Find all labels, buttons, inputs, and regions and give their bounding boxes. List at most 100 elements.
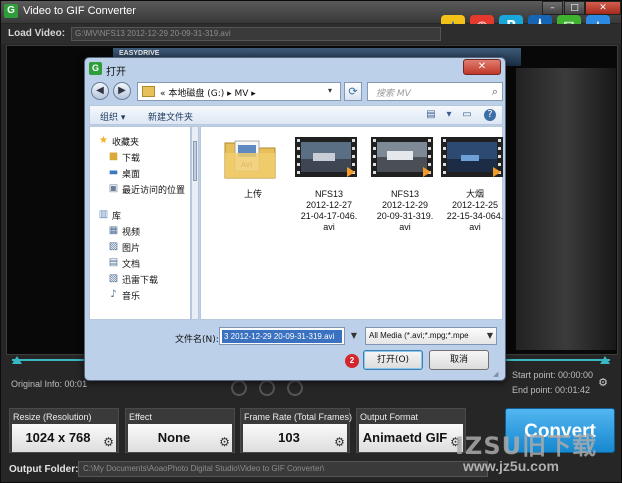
gear-icon[interactable]: ⚙ [218, 436, 231, 449]
video-overlay-text: EASYDRIVE [119, 50, 160, 57]
nav-favorites-header[interactable]: ★ 收藏夹 [90, 133, 190, 149]
help-icon[interactable]: ? [484, 109, 496, 121]
new-folder-button[interactable]: 新建文件夹 [148, 110, 193, 123]
original-info: Original Info: 00:01 [11, 379, 87, 389]
file-name: 大烟 2012-12-25 22-15-34-064. avi [446, 189, 504, 232]
original-info-label: Original Info: [11, 379, 63, 389]
resize-grip-icon[interactable]: ◢ [493, 370, 502, 379]
effect-label: Effect [129, 412, 152, 422]
preview-pane-icon[interactable]: ▭ [460, 109, 474, 121]
search-placeholder: 搜索 MV [376, 89, 411, 99]
nav-item-recent[interactable]: ▣ 最近访问的位置 [90, 181, 190, 197]
output-format-label: Output Format [360, 412, 419, 422]
load-video-row: Load Video: G:\MV\NFS13 2012-12-29 20-09… [1, 24, 621, 44]
back-button[interactable]: ◀ [91, 82, 109, 100]
address-path[interactable]: « 本地磁盘 (G:) ▸ MV ▸ [160, 86, 256, 99]
dialog-close-button[interactable]: ✕ [463, 59, 501, 75]
filename-label: 文件名(N): [175, 335, 219, 345]
file-item-nfs13-1229[interactable]: NFS13 2012-12-29 20-09-31-319. avi [367, 133, 439, 253]
nav-item-downloads[interactable]: ■ 下载 [90, 149, 190, 165]
picture-library-icon: ▨ [108, 241, 119, 252]
navigation-pane: ★ 收藏夹 ■ 下载 ▬ 桌面 ▣ 最近访问的位置 ▥ 库 ▦ 视频 ▨ 图片 … [89, 126, 191, 320]
next-frame-button[interactable] [287, 380, 303, 396]
folder-icon: AVI [224, 140, 276, 179]
nav-item-music[interactable]: ♪ 音乐 [90, 287, 190, 303]
frame-rate-option: Frame Rate (Total Frames) 103 ⚙ [240, 408, 352, 453]
site-watermark: IZSU旧下载 www.jz5u.com [455, 426, 619, 482]
filename-value[interactable]: 3 2012-12-29 20-09-31-319.avi [222, 330, 342, 343]
resize-option: Resize (Resolution) 1024 x 768 ⚙ [9, 408, 119, 453]
chevron-down-icon: ▼ [486, 331, 493, 340]
video-thumbnail-icon [371, 137, 433, 177]
search-field[interactable]: 搜索 MV ⌕ [367, 82, 503, 101]
cancel-button[interactable]: 取消 [429, 350, 489, 370]
file-item-nfs13-1227[interactable]: NFS13 2012-12-27 21-04-17-046. avi [291, 133, 363, 253]
watermark-url: www.jz5u.com [463, 458, 559, 474]
resize-label: Resize (Resolution) [13, 412, 92, 422]
file-type-select[interactable]: All Media (*.avi;*.mpg;*.mpe ▼ [365, 327, 497, 345]
nav-item-videos[interactable]: ▦ 视频 [90, 223, 190, 239]
app-logo-icon: G [4, 4, 18, 18]
nav-scrollbar[interactable] [191, 126, 199, 320]
recent-places-icon: ▣ [108, 183, 119, 194]
video-frame-side [516, 68, 616, 350]
dialog-title: 打开 [106, 67, 126, 78]
forward-button[interactable]: ▶ [113, 82, 131, 100]
step-badge: 2 [345, 354, 359, 368]
star-icon: ★ [99, 135, 108, 146]
chevron-down-icon[interactable]: ▼ [348, 327, 360, 345]
address-bar[interactable]: « 本地磁盘 (G:) ▸ MV ▸ ▾ [137, 82, 341, 101]
view-options-icon[interactable]: ▤ [424, 109, 438, 121]
filename-input[interactable]: 3 2012-12-29 20-09-31-319.avi [219, 327, 345, 345]
close-button[interactable]: ✕ [585, 1, 621, 15]
effect-option: Effect None ⚙ [125, 408, 235, 453]
play-button[interactable] [259, 380, 275, 396]
music-library-icon: ♪ [110, 289, 117, 300]
dialog-titlebar[interactable]: G 打开 ✕ [85, 58, 505, 80]
file-name: NFS13 2012-12-29 20-09-31-319. avi [376, 189, 434, 232]
minimize-button[interactable]: – [542, 1, 563, 15]
folder-item-upload[interactable]: AVI 上传 [215, 133, 287, 253]
watermark-text: IZSU旧下载 [455, 432, 598, 460]
maximize-button[interactable]: □ [564, 1, 585, 15]
desktop-icon: ▬ [108, 167, 119, 178]
refresh-button[interactable]: ⟳ [344, 82, 362, 101]
file-type-value: All Media (*.avi;*.mpg;*.mpe [369, 331, 469, 340]
dialog-app-icon: G [89, 62, 102, 75]
end-handle[interactable] [600, 356, 610, 364]
start-point-readout: Start point: 00:00:00 [512, 370, 594, 380]
output-folder-label: Output Folder: [9, 464, 79, 475]
output-format-value[interactable]: Animaetd GIF [359, 424, 463, 452]
nav-item-thunder-downloads[interactable]: ▧ 迅雷下载 [90, 271, 190, 287]
folder-icon [142, 86, 155, 97]
app-title: Video to GIF Converter [23, 5, 136, 17]
view-dropdown-icon[interactable]: ▾ [442, 109, 456, 121]
load-video-path-field[interactable]: G:\MV\NFS13 2012-12-29 20-09-31-319.avi [71, 27, 441, 41]
effect-value[interactable]: None [128, 424, 232, 452]
command-bar: 组织 ▾ 新建文件夹 ▤ ▾ ▭ ? [89, 105, 503, 125]
output-folder-path-field[interactable]: C:\My Documents\AoaoPhoto Digital Studio… [78, 461, 488, 477]
nav-library-header[interactable]: ▥ 库 [90, 207, 190, 223]
nav-item-desktop[interactable]: ▬ 桌面 [90, 165, 190, 181]
chevron-down-icon[interactable]: ▾ [328, 86, 332, 95]
organize-button[interactable]: 组织 ▾ [100, 110, 125, 123]
video-thumbnail-icon [295, 137, 357, 177]
prev-frame-button[interactable] [231, 380, 247, 396]
library-icon: ▥ [98, 209, 109, 220]
nav-scrollbar-thumb[interactable] [193, 141, 197, 181]
nav-item-documents[interactable]: ▤ 文档 [90, 255, 190, 271]
gear-icon[interactable]: ⚙ [597, 377, 609, 389]
file-item-dayan-1225[interactable]: 大烟 2012-12-25 22-15-34-064. avi [437, 133, 509, 253]
start-handle[interactable] [12, 356, 22, 364]
original-info-value: 00:01 [64, 379, 88, 389]
video-thumbnail-icon [441, 137, 503, 177]
search-icon[interactable]: ⌕ [492, 85, 498, 99]
frame-rate-value[interactable]: 103 [243, 424, 347, 452]
gear-icon[interactable]: ⚙ [333, 436, 346, 449]
nav-item-pictures[interactable]: ▨ 图片 [90, 239, 190, 255]
filename-row: 文件名(N): 3 2012-12-29 20-09-31-319.avi ▼ … [89, 326, 503, 348]
open-button[interactable]: 打开(O) [363, 350, 423, 370]
resize-value[interactable]: 1024 x 768 [12, 424, 116, 452]
download-folder-icon: ■ [108, 151, 119, 162]
gear-icon[interactable]: ⚙ [102, 436, 115, 449]
